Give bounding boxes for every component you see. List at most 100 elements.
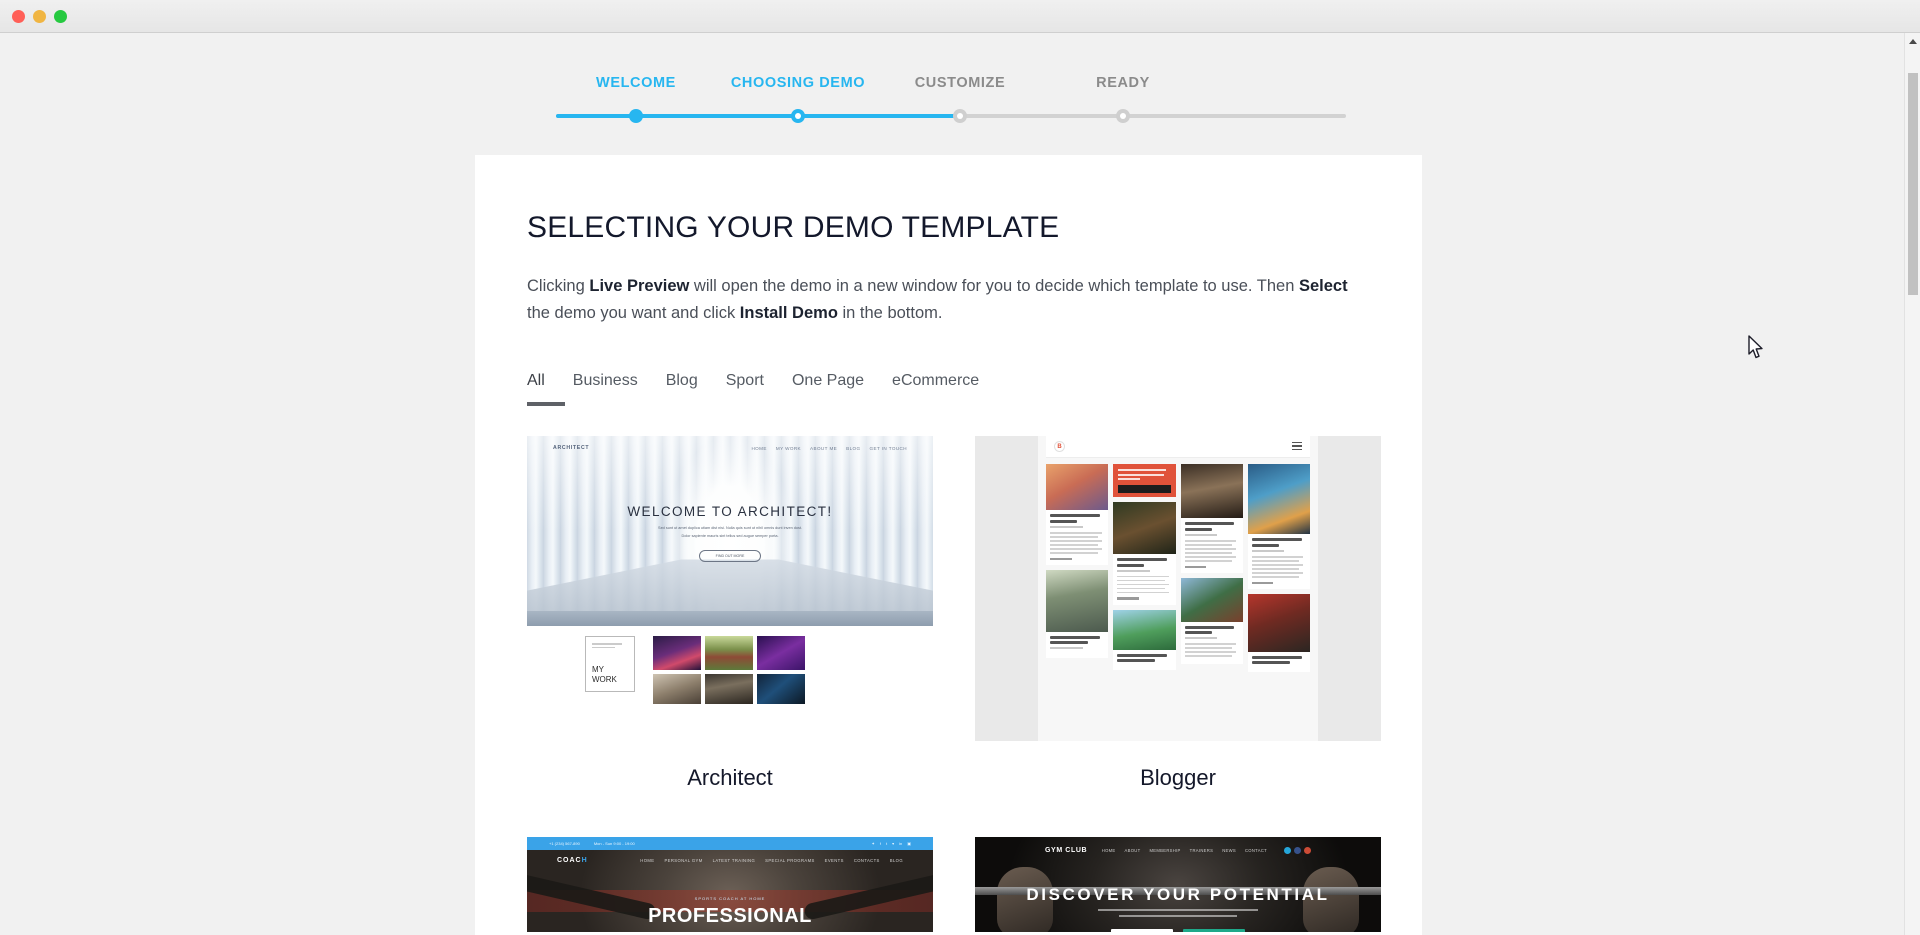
gym-hero-subtext [975,909,1381,918]
intro-bold-select: Select [1298,277,1348,295]
gym-club-logo: GYM CLUB [1045,847,1088,855]
demo-item-architect[interactable]: ARCHITECT HOME MY WORK ABOUT ME BLOG GET… [527,436,933,827]
minimize-window-button[interactable] [33,10,46,23]
wizard-dot-customize[interactable] [953,109,967,123]
architect-mywork-box: MY WORK [585,636,635,693]
architect-menu-item-contact: GET IN TOUCH [869,445,907,451]
intro-text-3: the demo you want and click [527,303,740,322]
demo-item-coach[interactable]: +1 (234) 567-890 Mon - Sun 9:00 - 19:00 … [527,837,933,933]
gym-club-menu: HOME ABOUT MEMBERSHIP TRAINERS NEWS CONT… [1101,847,1311,855]
facebook-icon [1294,847,1301,855]
gym-menu-item-contact: CONTACT [1244,848,1267,854]
close-window-button[interactable] [12,10,25,23]
demo-item-blogger[interactable]: B Blogger [975,436,1381,827]
blogger-featured-card [1113,464,1176,498]
tab-blog[interactable]: Blog [666,372,698,406]
coach-social-icons: ✦ f t ▾ in ▣ [871,841,911,846]
google-plus-icon [1304,847,1311,855]
wizard-step-label-welcome[interactable]: WELCOME [596,75,676,91]
blogger-card [1113,609,1176,670]
intro-bold-live-preview: Live Preview [589,277,690,295]
blogger-logo: B [1054,441,1065,453]
tab-business[interactable]: Business [573,372,638,406]
demo-thumbnail-gym-club[interactable]: GYM CLUB HOME ABOUT MEMBERSHIP TRAINERS … [975,837,1381,933]
blogger-masonry [1046,464,1310,672]
window-titlebar [0,0,1920,33]
gym-hero-text: DISCOVER YOUR POTENTIAL [975,885,1381,933]
wizard-dot-choosing-demo[interactable] [791,109,805,123]
blogger-column [1046,464,1109,671]
wizard-track [556,109,1346,123]
gym-learn-more-button [1111,929,1173,933]
demo-name-architect: Architect [687,765,773,791]
gym-view-plans-button [1183,929,1245,933]
scroll-up-icon[interactable] [1909,39,1917,44]
blogger-card [1180,577,1243,665]
architect-work-thumb [705,674,753,705]
coach-menu-item-programs: SPECIAL PROGRAMS [765,858,815,864]
demo-thumbnail-blogger[interactable]: B [975,436,1381,742]
coach-preview-nav: COACH HOME PERSONAL GYM LATEST TRAINING … [527,857,933,864]
blogger-card [1247,593,1310,672]
coach-menu-item-training: LATEST TRAINING [712,858,756,864]
gym-social-icons [1284,847,1311,855]
architect-work-grid [653,636,805,733]
blogger-column [1113,464,1176,671]
demo-filter-tabs: All Business Blog Sport One Page eCommer… [527,372,1370,406]
blogger-card [1113,502,1176,605]
architect-menu-item-my-work: MY WORK [775,445,802,451]
architect-work-thumb [757,674,805,705]
coach-topbar-phone: +1 (234) 567-890 [549,841,580,847]
coach-topbar: +1 (234) 567-890 Mon - Sun 9:00 - 19:00 … [527,837,933,851]
architect-menu-item-blog: BLOG [846,445,861,451]
tab-sport[interactable]: Sport [726,372,764,406]
hamburger-menu-icon [1292,441,1302,452]
tab-ecommerce[interactable]: eCommerce [892,372,979,406]
architect-menu: HOME MY WORK ABOUT ME BLOG GET IN TOUCH [751,446,907,451]
architect-work-thumb [653,636,701,678]
wizard-dot-welcome[interactable] [629,109,643,123]
wizard-dot-ready[interactable] [1116,109,1130,123]
gym-menu-item-home: HOME [1101,848,1116,854]
tab-all[interactable]: All [527,372,545,406]
demo-grid: ARCHITECT HOME MY WORK ABOUT ME BLOG GET… [527,436,1381,933]
architect-hero-text: WELCOME TO ARCHITECT! Sed sunt ut amet d… [527,504,933,562]
demo-thumbnail-coach[interactable]: +1 (234) 567-890 Mon - Sun 9:00 - 19:00 … [527,837,933,933]
tab-one-page[interactable]: One Page [792,372,864,406]
scrollbar-thumb[interactable] [1908,73,1918,295]
twitter-icon [1284,847,1291,855]
architect-work-thumb [653,674,701,705]
coach-menu-item-gym: PERSONAL GYM [664,858,703,864]
blogger-page: B [1038,436,1318,742]
intro-text-4: in the bottom. [837,303,943,322]
blogger-card [1046,569,1109,659]
blogger-header: B [1046,436,1310,459]
architect-hero-title: WELCOME TO ARCHITECT! [627,504,833,520]
gym-hero-title: DISCOVER YOUR POTENTIAL [1026,885,1330,905]
demo-thumbnail-architect[interactable]: ARCHITECT HOME MY WORK ABOUT ME BLOG GET… [527,436,933,742]
wizard-step-label-ready[interactable]: READY [1096,75,1150,91]
architect-hero-subtext: Sed sunt ut amet duplica utiam dist nisi… [658,526,802,539]
coach-menu: HOME PERSONAL GYM LATEST TRAINING SPECIA… [640,858,903,863]
demo-item-gym-club[interactable]: GYM CLUB HOME ABOUT MEMBERSHIP TRAINERS … [975,837,1381,933]
wizard-step-label-choosing-demo[interactable]: CHOOSING DEMO [731,75,865,91]
demo-name-blogger: Blogger [1140,765,1216,791]
traffic-lights [12,10,67,23]
gym-menu-item-about: ABOUT [1124,848,1141,854]
architect-hero-button: FIND OUT MORE [699,549,761,562]
architect-mywork-title: MY WORK [592,665,617,685]
social-icon: ▣ [907,841,911,847]
coach-hero-text: SPORTS COACH AT HOME PROFESSIONAL [527,896,933,928]
wizard-step-label-customize[interactable]: CUSTOMIZE [915,75,1006,91]
coach-menu-item-contacts: CONTACTS [853,858,880,864]
architect-mywork-kicker [592,643,628,653]
social-icon: t [885,841,888,847]
architect-work-thumb [705,636,753,678]
architect-menu-item-about-me: ABOUT ME [810,445,838,451]
gym-menu-item-membership: MEMBERSHIP [1149,848,1181,854]
blogger-featured-quote [1118,469,1170,481]
coach-topbar-hours: Mon - Sun 9:00 - 19:00 [593,841,635,847]
page-scrollbar[interactable] [1904,33,1920,935]
maximize-window-button[interactable] [54,10,67,23]
gym-menu-item-news: NEWS [1222,848,1236,854]
